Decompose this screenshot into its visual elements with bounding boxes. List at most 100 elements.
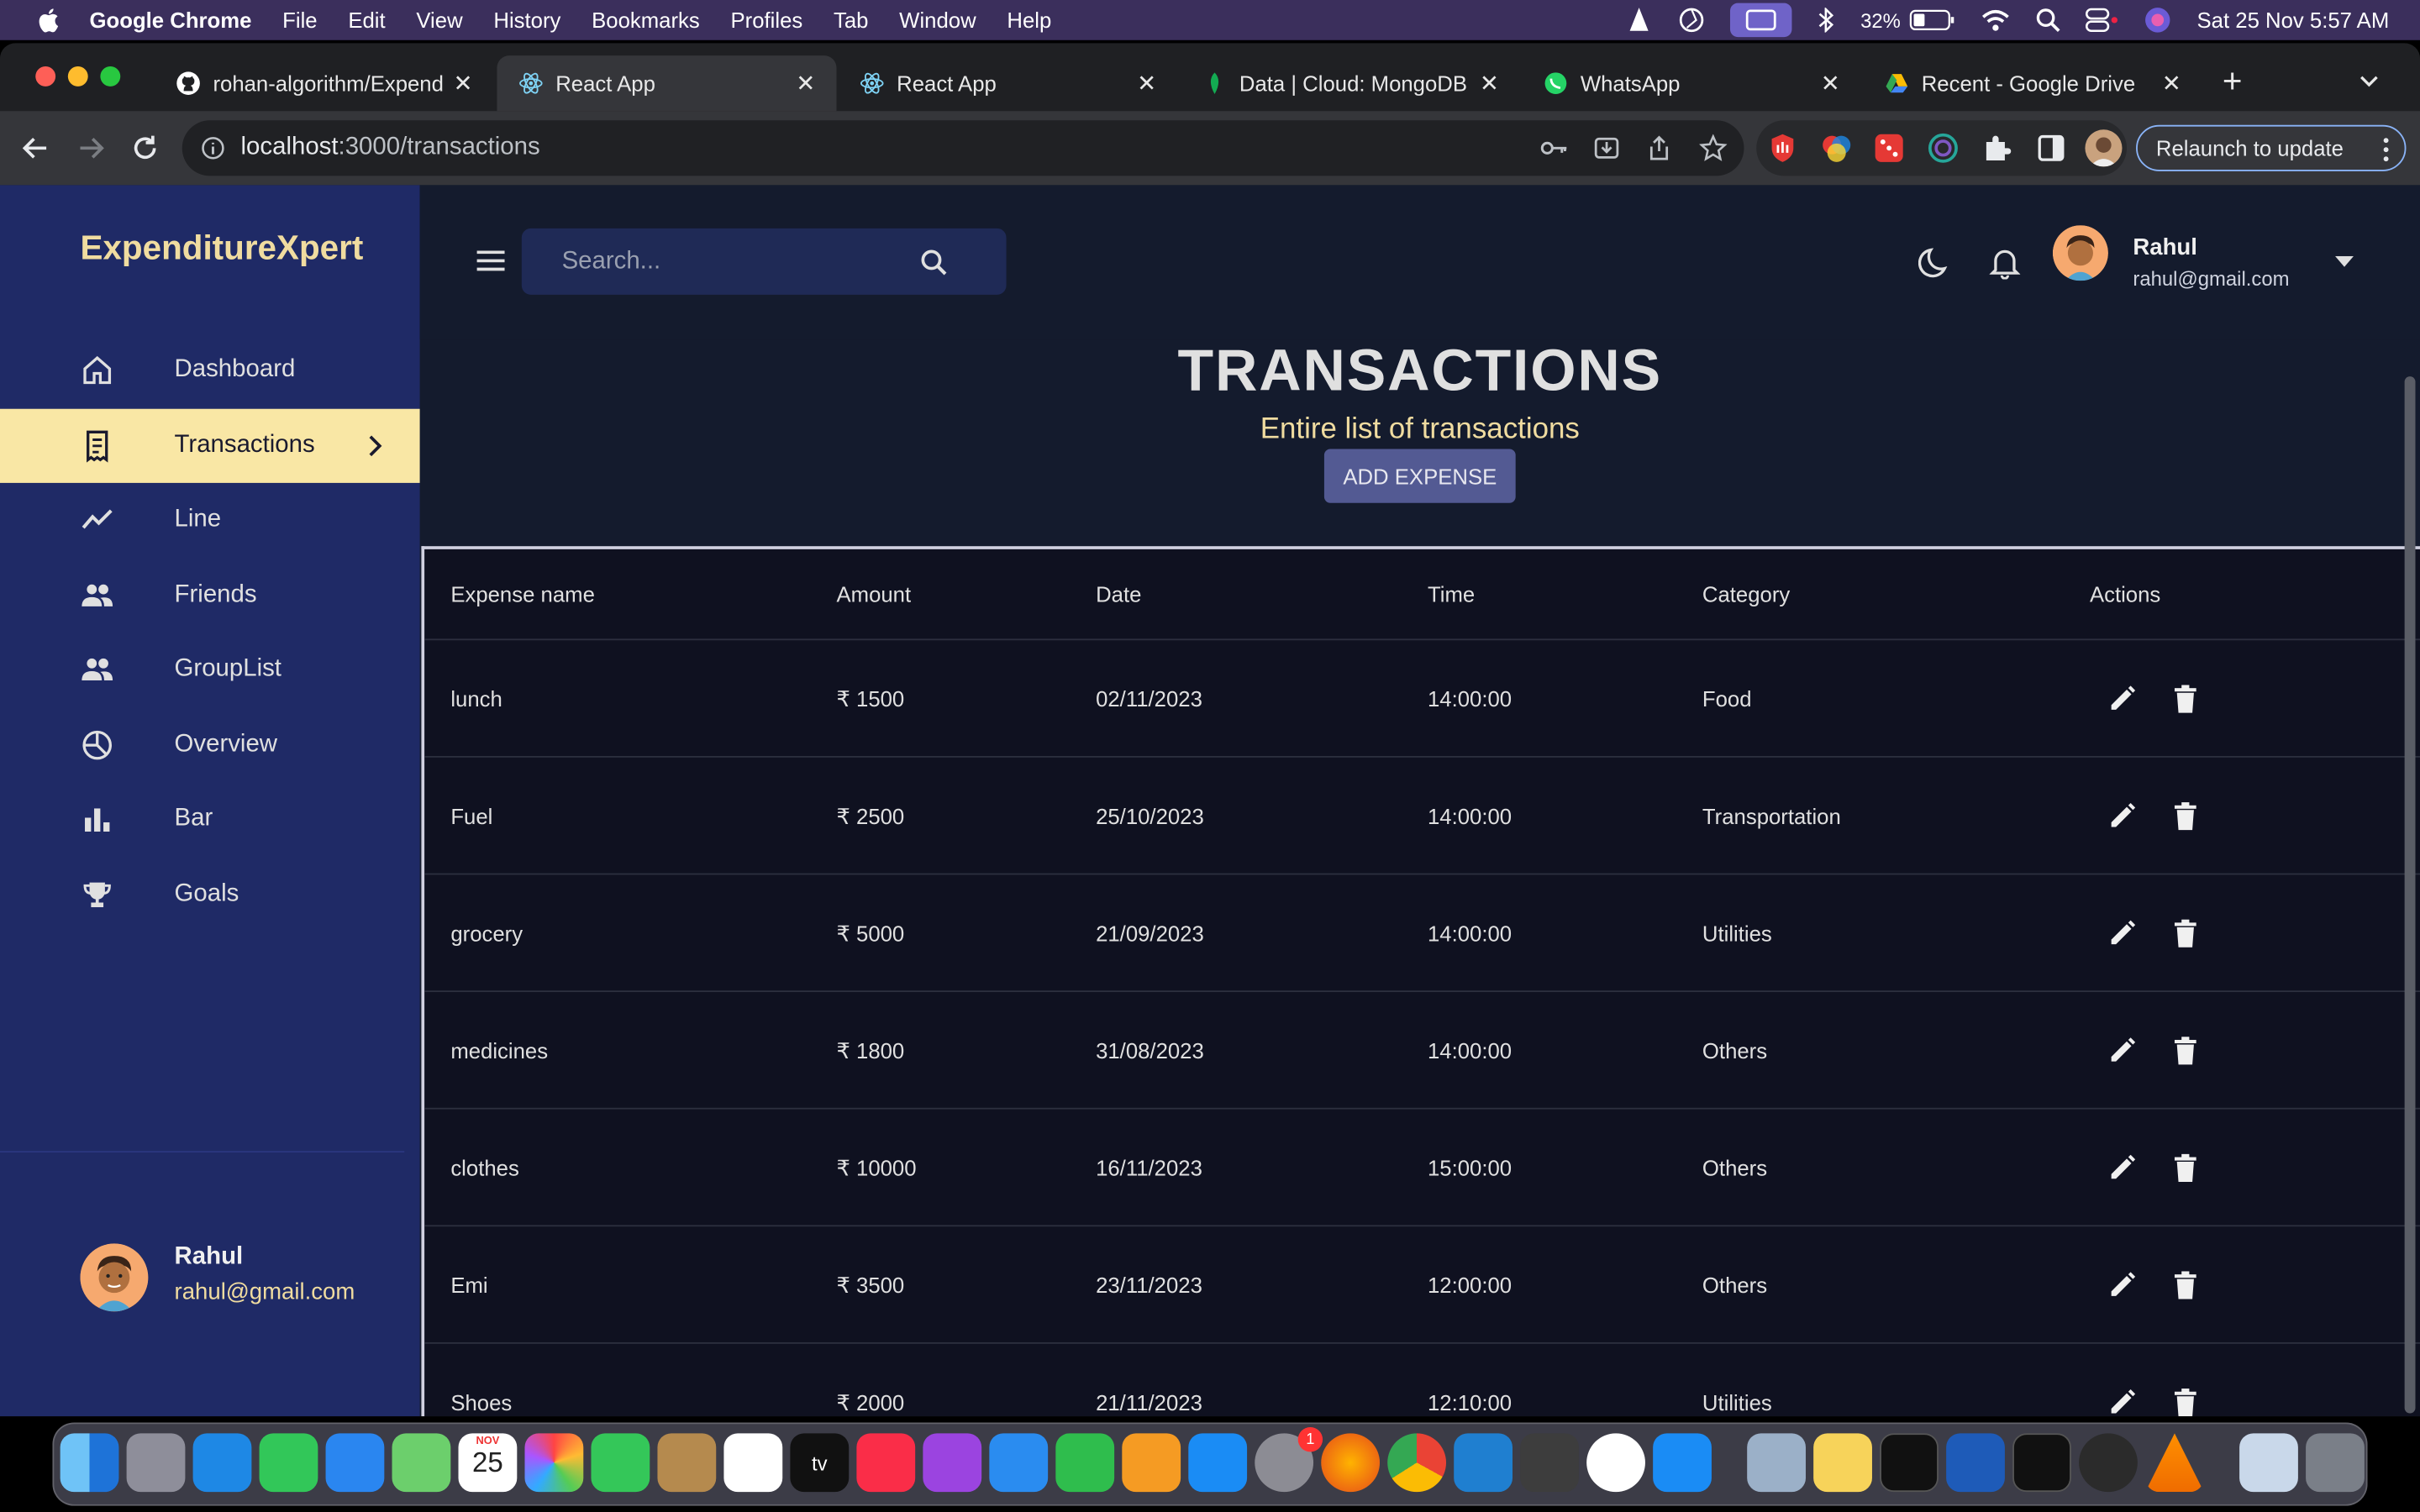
reload-icon[interactable] <box>131 134 159 162</box>
dark-mode-moon-icon[interactable] <box>1918 245 1952 279</box>
sidebar-item-transactions[interactable]: Transactions <box>0 408 420 483</box>
edit-pencil-icon[interactable] <box>2107 684 2138 715</box>
target-extension-icon[interactable] <box>1928 133 1959 164</box>
sidebar-item-goals[interactable]: Goals <box>0 858 420 932</box>
activity-monitor-icon[interactable] <box>2012 1433 2071 1493</box>
calendar-icon[interactable]: NOV 25 <box>458 1433 518 1493</box>
side-panel-icon[interactable] <box>2037 134 2065 162</box>
chrome-icon[interactable] <box>1387 1433 1447 1493</box>
firefox-icon[interactable] <box>1321 1433 1381 1493</box>
color-picker-extension-icon[interactable] <box>1821 133 1852 164</box>
menu-file[interactable]: File <box>282 8 317 32</box>
xcode-icon[interactable] <box>1653 1433 1712 1493</box>
siri-icon[interactable] <box>2144 6 2172 34</box>
search-icon[interactable] <box>920 249 948 276</box>
delete-trash-icon[interactable] <box>2170 1270 2201 1301</box>
menu-help[interactable]: Help <box>1007 8 1051 32</box>
install-app-icon[interactable] <box>1593 134 1621 162</box>
close-tab-icon[interactable]: ✕ <box>790 70 821 97</box>
edit-pencil-icon[interactable] <box>2107 1035 2138 1066</box>
vlc-icon[interactable] <box>2145 1433 2204 1493</box>
edit-pencil-icon[interactable] <box>2107 918 2138 949</box>
share-icon[interactable] <box>1647 134 1671 162</box>
sidebar-item-dashboard[interactable]: Dashboard <box>0 333 420 407</box>
column-header-time[interactable]: Time <box>1428 549 1475 639</box>
user-dropdown-caret-icon[interactable] <box>2334 255 2354 269</box>
numbers-icon[interactable] <box>1055 1433 1115 1493</box>
menu-edit[interactable]: Edit <box>348 8 385 32</box>
apple-tv-icon[interactable]: tv <box>790 1433 850 1493</box>
dice-extension-icon[interactable] <box>1874 133 1905 164</box>
aperture-status-icon[interactable] <box>1678 6 1706 34</box>
launchpad-icon[interactable] <box>126 1433 186 1493</box>
sublime-text-icon[interactable] <box>1520 1433 1579 1493</box>
spotlight-search-icon[interactable] <box>2037 8 2061 33</box>
facetime-icon[interactable] <box>591 1433 650 1493</box>
menu-tab[interactable]: Tab <box>834 8 868 32</box>
preview-icon[interactable] <box>1747 1433 1806 1493</box>
reminders-icon[interactable] <box>723 1433 783 1493</box>
menu-window[interactable]: Window <box>899 8 976 32</box>
maps-icon[interactable] <box>392 1433 451 1493</box>
vlc-status-icon[interactable] <box>1626 6 1654 34</box>
sidebar-item-overview[interactable]: Overview <box>0 708 420 782</box>
forward-arrow-icon[interactable] <box>77 136 105 160</box>
close-tab-icon[interactable]: ✕ <box>448 70 479 97</box>
hamburger-menu-icon[interactable] <box>476 250 505 272</box>
keynote-icon[interactable] <box>989 1433 1049 1493</box>
delete-trash-icon[interactable] <box>2170 1387 2201 1417</box>
music-icon[interactable] <box>856 1433 916 1493</box>
add-expense-button[interactable]: ADD EXPENSE <box>1323 449 1516 503</box>
menu-profiles[interactable]: Profiles <box>730 8 802 32</box>
browser-tab-google-drive[interactable]: Recent - Google Drive ✕ <box>1863 55 2202 111</box>
page-scrollbar[interactable] <box>2404 376 2416 1414</box>
brand-title[interactable]: ExpenditureXpert <box>81 228 364 269</box>
close-tab-icon[interactable]: ✕ <box>1474 70 1505 97</box>
minimize-window-button[interactable] <box>67 66 88 87</box>
pages-icon[interactable] <box>1122 1433 1181 1493</box>
menu-bookmarks[interactable]: Bookmarks <box>592 8 700 32</box>
site-info-icon[interactable] <box>201 136 225 160</box>
sidebar-item-line[interactable]: Line <box>0 483 420 557</box>
menu-view[interactable]: View <box>416 8 462 32</box>
delete-trash-icon[interactable] <box>2170 918 2201 949</box>
vscode-icon[interactable] <box>1454 1433 1512 1493</box>
menubar-datetime[interactable]: Sat 25 Nov 5:57 AM <box>2197 8 2390 32</box>
topbar-user-name[interactable]: Rahul <box>2133 234 2197 260</box>
control-center-icon[interactable] <box>2086 8 2119 33</box>
table-row[interactable]: grocery ₹ 5000 21/09/2023 14:00:00 Utilities <box>424 873 2420 991</box>
table-row[interactable]: lunch ₹ 1500 02/11/2023 14:00:00 Food <box>424 638 2420 756</box>
system-settings-icon[interactable]: 1 <box>1255 1426 1323 1493</box>
table-row[interactable]: medicines ₹ 1800 31/08/2023 14:00:00 Others <box>424 990 2420 1108</box>
app-store-icon[interactable] <box>1188 1433 1248 1493</box>
contacts-icon[interactable] <box>657 1433 717 1493</box>
word-icon[interactable] <box>1946 1433 2005 1493</box>
column-header-expense-name[interactable]: Expense name <box>450 549 595 639</box>
delete-trash-icon[interactable] <box>2170 1152 2201 1184</box>
mail-icon[interactable] <box>325 1433 385 1493</box>
edit-pencil-icon[interactable] <box>2107 1387 2138 1416</box>
column-header-amount[interactable]: Amount <box>837 549 912 639</box>
table-row[interactable]: clothes ₹ 10000 16/11/2023 15:00:00 Others <box>424 1107 2420 1226</box>
maximize-window-button[interactable] <box>100 66 121 87</box>
back-arrow-icon[interactable] <box>22 136 50 160</box>
adblock-extension-icon[interactable] <box>1769 133 1797 164</box>
photos-icon[interactable] <box>524 1433 584 1493</box>
browser-tab-react-app-active[interactable]: React App ✕ <box>497 55 837 112</box>
terminal-icon[interactable] <box>1880 1433 1939 1493</box>
delete-trash-icon[interactable] <box>2170 1035 2201 1066</box>
close-tab-icon[interactable]: ✕ <box>2156 70 2187 97</box>
notes-icon[interactable] <box>1813 1433 1872 1493</box>
android-studio-icon[interactable] <box>1586 1433 1645 1493</box>
browser-tab-mongodb[interactable]: Data | Cloud: MongoDB ✕ <box>1181 55 1520 111</box>
table-row[interactable]: Emi ₹ 3500 23/11/2023 12:00:00 Others <box>424 1225 2420 1342</box>
edit-pencil-icon[interactable] <box>2107 1270 2138 1301</box>
close-window-button[interactable] <box>35 66 56 87</box>
notifications-bell-icon[interactable] <box>1989 245 2021 280</box>
new-tab-button[interactable]: + <box>2223 61 2243 102</box>
browser-tab-react-app[interactable]: React App ✕ <box>838 55 1177 111</box>
search-input[interactable]: Search... <box>562 248 661 276</box>
bookmark-star-icon[interactable] <box>1699 134 1728 162</box>
sidebar-item-friends[interactable]: Friends <box>0 559 420 633</box>
relaunch-to-update-button[interactable]: Relaunch to update <box>2136 124 2407 171</box>
